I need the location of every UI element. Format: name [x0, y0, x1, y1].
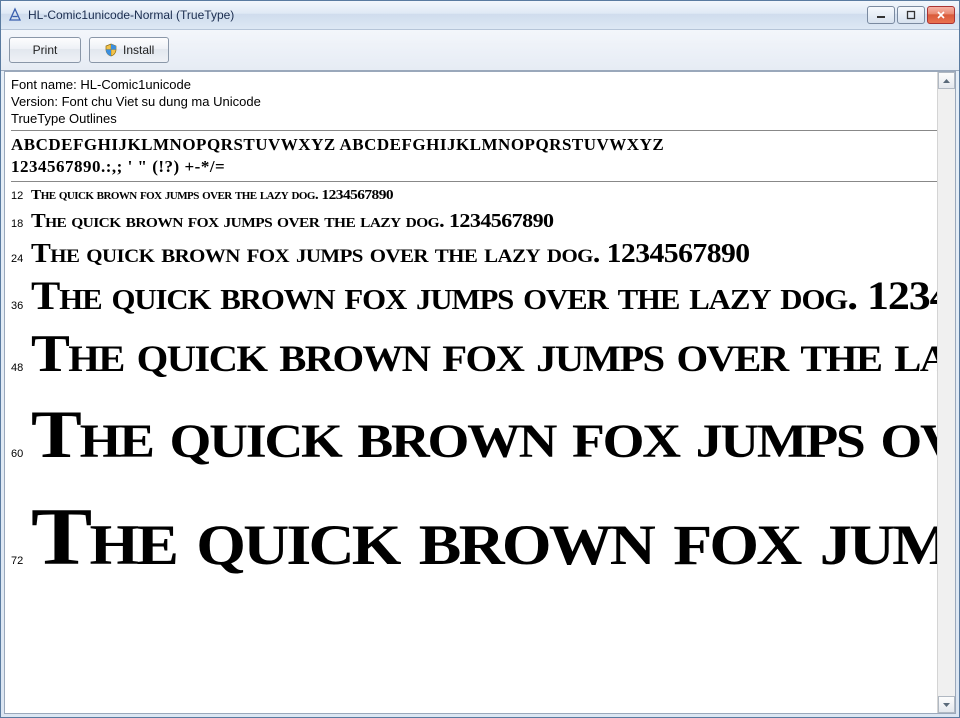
app-icon	[7, 7, 23, 23]
font-name-line: Font name: HL-Comic1unicode	[11, 76, 937, 93]
close-button[interactable]	[927, 6, 955, 24]
window-controls	[867, 6, 955, 24]
minimize-button[interactable]	[867, 6, 895, 24]
size-label: 12	[11, 190, 31, 202]
sample-row: 48 The quick brown fox jumps over the la…	[11, 321, 937, 387]
scroll-up-button[interactable]	[938, 72, 955, 89]
sample-row: 12 The quick brown fox jumps over the la…	[11, 185, 937, 207]
glyph-row-alpha: abcdefghijklmnopqrstuvwxyz ABCDEFGHIJKLM…	[11, 134, 937, 156]
window-title: HL-Comic1unicode-Normal (TrueType)	[28, 8, 867, 22]
install-button-label: Install	[123, 43, 154, 57]
sample-row: 18 The quick brown fox jumps over the la…	[11, 207, 937, 235]
vertical-scrollbar[interactable]	[937, 72, 955, 713]
install-button[interactable]: Install	[89, 37, 169, 63]
shield-icon	[104, 43, 118, 57]
sample-row: 36 The quick brown fox jumps over the la…	[11, 271, 937, 321]
size-label: 24	[11, 253, 31, 265]
glyph-row-symbols: 1234567890.:,; ' " (!?) +-*/=	[11, 156, 937, 178]
sample-text: The quick brown fox jumps over the lazy …	[31, 271, 937, 321]
sample-text: The quick brown fox jumps over the lazy …	[31, 321, 937, 387]
titlebar[interactable]: HL-Comic1unicode-Normal (TrueType)	[1, 1, 959, 30]
separator	[11, 130, 937, 131]
outlines-line: TrueType Outlines	[11, 110, 937, 127]
font-preview-content: Font name: HL-Comic1unicode Version: Fon…	[5, 72, 937, 713]
size-label: 60	[11, 448, 31, 460]
separator	[11, 181, 937, 182]
size-label: 36	[11, 300, 31, 312]
sample-row: 24 The quick brown fox jumps over the la…	[11, 235, 937, 271]
version-line: Version: Font chu Viet su dung ma Unicod…	[11, 93, 937, 110]
font-viewer-window: HL-Comic1unicode-Normal (TrueType) Print	[0, 0, 960, 718]
content-area: Font name: HL-Comic1unicode Version: Fon…	[4, 71, 956, 714]
sample-row: 60 The quick brown fox jumps over the la…	[11, 387, 937, 481]
sample-text: The quick brown fox jumps over the lazy …	[31, 185, 393, 207]
toolbar: Print Install	[1, 30, 959, 71]
size-label: 18	[11, 218, 31, 230]
print-button-label: Print	[33, 43, 58, 57]
print-button[interactable]: Print	[9, 37, 81, 63]
size-label: 48	[11, 362, 31, 374]
sample-text: The quick brown fox jumps over the lazy …	[31, 481, 937, 593]
maximize-button[interactable]	[897, 6, 925, 24]
sample-text: The quick brown fox jumps over the lazy …	[31, 207, 553, 235]
scroll-down-button[interactable]	[938, 696, 955, 713]
sample-text: The quick brown fox jumps over the lazy …	[31, 235, 750, 271]
sample-row: 72 The quick brown fox jumps over the la…	[11, 481, 937, 593]
sample-text: The quick brown fox jumps over the lazy …	[31, 387, 937, 481]
size-label: 72	[11, 555, 31, 567]
scroll-track[interactable]	[938, 89, 955, 696]
